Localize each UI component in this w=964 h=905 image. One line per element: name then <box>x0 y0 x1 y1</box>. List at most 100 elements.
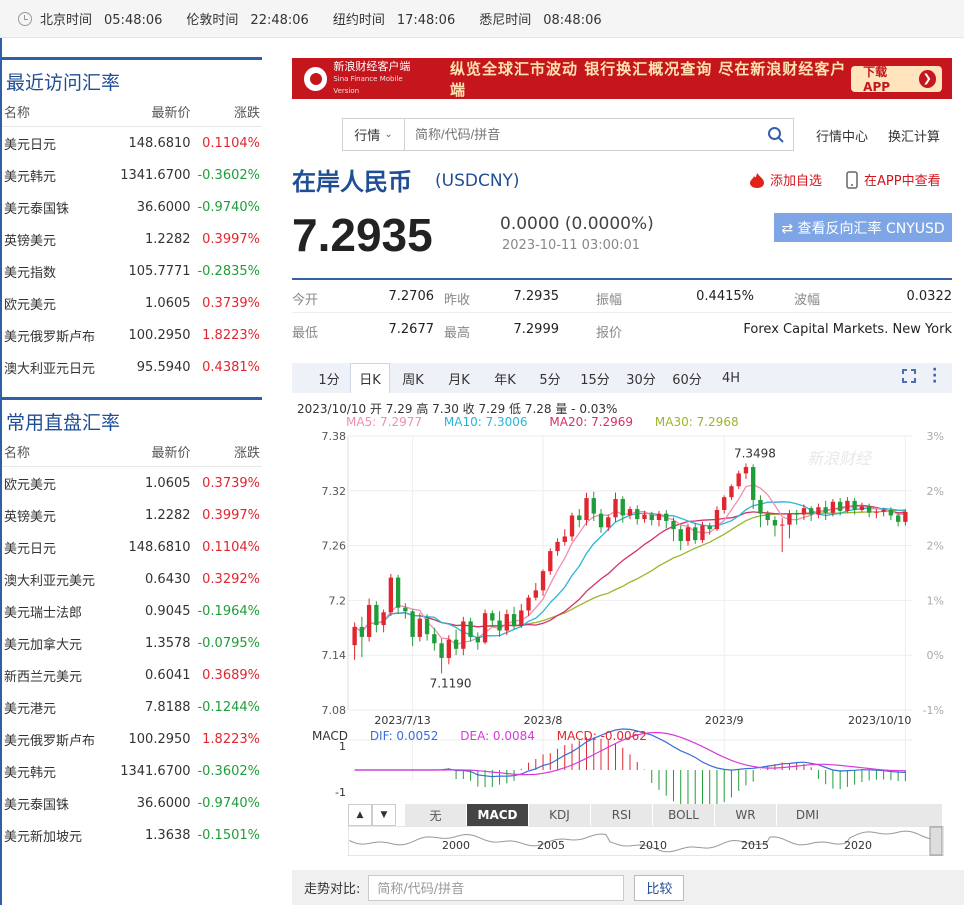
tab-period[interactable]: 周K <box>390 363 436 393</box>
rate-row[interactable]: 美元俄罗斯卢布 100.2950 1.8223% <box>2 319 262 351</box>
rate-row[interactable]: 美元指数 105.7771 -0.2835% <box>2 255 262 287</box>
fullscreen-icon[interactable] <box>902 369 916 383</box>
banner-slogan: 纵览全球汇市波动 银行换汇概况查询 尽在新浪财经客户端 <box>449 59 847 99</box>
tab-period[interactable]: 30分 <box>618 363 664 393</box>
rate-name[interactable]: 美元泰国铢 <box>4 794 113 813</box>
candle-body <box>881 509 886 512</box>
compare-button[interactable]: 比较 <box>634 874 685 901</box>
rate-name[interactable]: 美元俄罗斯卢布 <box>4 326 113 345</box>
arrow-up-button[interactable]: ▲ <box>348 804 372 826</box>
rate-name[interactable]: 美元日元 <box>4 538 113 557</box>
rate-change: -0.9740% <box>197 199 260 215</box>
rate-name[interactable]: 美元新加坡元 <box>4 826 113 845</box>
arrow-down-button[interactable]: ▼ <box>372 804 396 826</box>
rate-row[interactable]: 美元泰国铢 36.6000 -0.9740% <box>2 787 262 819</box>
rate-name[interactable]: 英镑美元 <box>4 506 113 525</box>
history-navigator[interactable]: 2000 2005 2010 2015 2020 <box>348 826 944 856</box>
rate-name[interactable]: 美元俄罗斯卢布 <box>4 730 113 749</box>
tab-indicator[interactable]: RSI <box>590 804 652 826</box>
rate-row[interactable]: 美元日元 148.6810 0.1104% <box>2 127 262 159</box>
tab-period[interactable]: 1分 <box>308 363 350 393</box>
candle-body <box>743 467 749 474</box>
tab-period[interactable]: 日K <box>350 363 390 393</box>
more-options-icon[interactable]: · · · <box>932 363 937 389</box>
search-type-select[interactable]: 行情 ⌄ <box>343 119 405 150</box>
rate-name[interactable]: 澳大利亚元日元 <box>4 358 113 377</box>
tab-indicator[interactable]: WR <box>714 804 776 826</box>
macd-legend: MACD DIF: 0.0052 DEA: 0.0084 MACD: -0.00… <box>312 729 647 743</box>
rate-row[interactable]: 英镑美元 1.2282 0.3997% <box>2 223 262 255</box>
rate-row[interactable]: 美元新加坡元 1.3638 -0.1501% <box>2 819 262 851</box>
reverse-rate-button[interactable]: ⇄ 查看反向汇率 CNYUSD <box>774 213 952 242</box>
rate-change: -0.3602% <box>197 167 260 183</box>
tab-indicator[interactable]: KDJ <box>528 804 590 826</box>
candle-body <box>366 604 372 637</box>
tab-indicator[interactable]: DMI <box>776 804 838 826</box>
candle-body <box>678 529 683 542</box>
rate-row[interactable]: 英镑美元 1.2282 0.3997% <box>2 499 262 531</box>
rate-name[interactable]: 英镑美元 <box>4 230 113 249</box>
rate-price: 36.6000 <box>136 199 191 215</box>
rate-name[interactable]: 美元泰国铢 <box>4 198 113 217</box>
rate-row[interactable]: 美元泰国铢 36.6000 -0.9740% <box>2 191 262 223</box>
candle-body <box>511 614 517 626</box>
wave-label: 波幅 <box>794 293 821 308</box>
rate-name[interactable]: 美元港元 <box>4 698 113 717</box>
rate-row[interactable]: 美元日元 148.6810 0.1104% <box>2 531 262 563</box>
rate-row[interactable]: 美元瑞士法郎 0.9045 -0.1964% <box>2 595 262 627</box>
tab-indicator[interactable]: MACD <box>466 804 528 826</box>
tab-period[interactable]: 年K <box>482 363 528 393</box>
rate-name[interactable]: 美元韩元 <box>4 762 113 781</box>
candle-body <box>642 514 647 520</box>
rate-row[interactable]: 美元韩元 1341.6700 -0.3602% <box>2 755 262 787</box>
rate-change: 0.3292% <box>202 571 260 587</box>
search-button[interactable] <box>759 119 793 150</box>
search-input[interactable] <box>405 119 759 150</box>
rate-name[interactable]: 美元指数 <box>4 262 113 281</box>
add-favorite-button[interactable]: 添加自选 <box>748 170 822 189</box>
rate-name[interactable]: 美元韩元 <box>4 166 113 185</box>
tab-period[interactable]: 60分 <box>664 363 710 393</box>
candle-body <box>859 506 865 510</box>
ma-legend: MA5: 7.2977 MA10: 7.3006 MA20: 7.2969 MA… <box>346 415 757 429</box>
app-download-banner[interactable]: 新浪财经客户端 Sina Finance Mobile Version 纵览全球汇… <box>292 58 952 99</box>
tab-period[interactable]: 5分 <box>528 363 572 393</box>
rate-row[interactable]: 美元俄罗斯卢布 100.2950 1.8223% <box>2 723 262 755</box>
rate-name[interactable]: 美元日元 <box>4 134 113 153</box>
market-center-link[interactable]: 行情中心 <box>816 126 868 145</box>
rate-row[interactable]: 澳大利亚元日元 95.5940 0.4381% <box>2 351 262 383</box>
candle-body <box>758 499 763 514</box>
rate-row[interactable]: 美元韩元 1341.6700 -0.3602% <box>2 159 262 191</box>
tab-period[interactable]: 15分 <box>572 363 618 393</box>
candle-body <box>533 590 538 598</box>
open-label: 今开 <box>292 293 319 308</box>
rate-name[interactable]: 欧元美元 <box>4 474 113 493</box>
rate-name[interactable]: 新西兰元美元 <box>4 666 113 685</box>
tab-indicator[interactable]: BOLL <box>652 804 714 826</box>
timezone-beijing: 北京时间 05:48:06 <box>40 13 163 28</box>
candle-body <box>808 508 814 515</box>
compare-input[interactable]: 简称/代码/拼音 <box>368 874 625 901</box>
rate-row[interactable]: 美元港元 7.8188 -0.1244% <box>2 691 262 723</box>
rate-name[interactable]: 澳大利亚元美元 <box>4 570 113 589</box>
rate-name[interactable]: 欧元美元 <box>4 294 113 313</box>
rate-row[interactable]: 新西兰元美元 0.6041 0.3689% <box>2 659 262 691</box>
ma20-line <box>354 504 906 633</box>
candle-body <box>606 517 611 528</box>
download-app-button[interactable]: 下载APP ❯ <box>851 65 942 94</box>
rate-name[interactable]: 美元加拿大元 <box>4 634 113 653</box>
page-title: 在岸人民币 <box>292 169 412 196</box>
x-tick-label: 2023/8 <box>524 714 563 727</box>
rate-row[interactable]: 美元加拿大元 1.3578 -0.0795% <box>2 627 262 659</box>
tab-period[interactable]: 4H <box>710 363 752 393</box>
view-in-app-button[interactable]: 在APP中查看 <box>846 170 941 189</box>
tab-period[interactable]: 月K <box>436 363 482 393</box>
fx-calc-link[interactable]: 换汇计算 <box>888 126 940 145</box>
rate-row[interactable]: 澳大利亚元美元 0.6430 0.3292% <box>2 563 262 595</box>
rate-row[interactable]: 欧元美元 1.0605 0.3739% <box>2 467 262 499</box>
rate-row[interactable]: 欧元美元 1.0605 0.3739% <box>2 287 262 319</box>
rate-name[interactable]: 美元瑞士法郎 <box>4 602 113 621</box>
candlestick-chart[interactable]: 7.38 3% 7.32 2% 7.26 2% 7.2 1% 7.14 0% 7.08 -1% 2023… <box>292 428 964 804</box>
rate-change: -0.3602% <box>197 763 260 779</box>
tab-indicator[interactable]: 无 <box>404 804 466 826</box>
